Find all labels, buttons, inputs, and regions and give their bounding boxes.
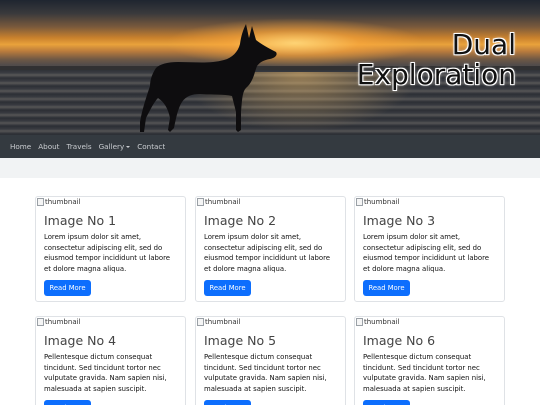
- card-text: Lorem ipsum dolor sit amet, consectetur …: [44, 233, 171, 273]
- nav-home[interactable]: Home: [10, 142, 31, 151]
- thumbnail-image: thumbnail: [355, 197, 504, 207]
- nav-gallery[interactable]: Gallery: [99, 142, 131, 151]
- broken-image-icon: [37, 318, 44, 326]
- card-image-1: thumbnail Image No 1 Lorem ipsum dolor s…: [35, 196, 186, 302]
- nav-gallery-label: Gallery: [98, 142, 125, 151]
- card-image-5: thumbnail Image No 5 Pellentesque dictum…: [195, 316, 346, 405]
- broken-image-icon: [197, 318, 204, 326]
- site-title-line2: Exploration: [356, 58, 516, 91]
- card-text: Pellentesque dictum consequat tincidunt.…: [204, 353, 327, 393]
- card-image-3: thumbnail Image No 3 Lorem ipsum dolor s…: [354, 196, 505, 302]
- card-text: Pellentesque dictum consequat tincidunt.…: [363, 353, 486, 393]
- chevron-down-icon: [126, 146, 131, 148]
- broken-image-icon: [37, 198, 44, 206]
- navbar: Home About Travels Gallery Contact: [0, 135, 540, 158]
- thumbnail-alt-text: thumbnail: [205, 318, 241, 326]
- card-title: Image No 3: [363, 213, 436, 228]
- read-more-button[interactable]: Read More: [204, 400, 251, 405]
- nav-about[interactable]: About: [38, 142, 59, 151]
- nav-travels[interactable]: Travels: [67, 142, 92, 151]
- card-title: Image No 2: [204, 213, 277, 228]
- thumbnail-image: thumbnail: [36, 317, 185, 327]
- thumbnail-image: thumbnail: [36, 197, 185, 207]
- card-title: Image No 6: [363, 333, 436, 348]
- read-more-button[interactable]: Read More: [363, 400, 410, 405]
- site-title-line1: Dual: [451, 28, 516, 61]
- read-more-button[interactable]: Read More: [204, 280, 251, 296]
- read-more-button[interactable]: Read More: [44, 280, 91, 296]
- hero-banner: Dual Exploration: [0, 0, 540, 135]
- broken-image-icon: [197, 198, 204, 206]
- read-more-button[interactable]: Read More: [363, 280, 410, 296]
- card-title: Image No 1: [44, 213, 117, 228]
- card-text: Lorem ipsum dolor sit amet, consectetur …: [204, 233, 331, 273]
- broken-image-icon: [356, 318, 363, 326]
- card-text: Lorem ipsum dolor sit amet, consectetur …: [363, 233, 490, 273]
- nav-contact[interactable]: Contact: [137, 142, 165, 151]
- thumbnail-alt-text: thumbnail: [364, 318, 400, 326]
- thumbnail-alt-text: thumbnail: [45, 198, 81, 206]
- thumbnail-image: thumbnail: [355, 317, 504, 327]
- broken-image-icon: [356, 198, 363, 206]
- read-more-button[interactable]: Read More: [44, 400, 91, 405]
- card-text: Pellentesque dictum consequat tincidunt.…: [44, 353, 167, 393]
- thumbnail-alt-text: thumbnail: [205, 198, 241, 206]
- dog-silhouette-icon: [140, 24, 277, 132]
- thumbnail-alt-text: thumbnail: [45, 318, 81, 326]
- card-image-6: thumbnail Image No 6 Pellentesque dictum…: [354, 316, 505, 405]
- thumbnail-alt-text: thumbnail: [364, 198, 400, 206]
- card-title: Image No 5: [204, 333, 277, 348]
- thumbnail-image: thumbnail: [196, 197, 345, 207]
- thumbnail-image: thumbnail: [196, 317, 345, 327]
- gallery-section: thumbnail Image No 1 Lorem ipsum dolor s…: [0, 178, 540, 405]
- site-title: Dual Exploration: [357, 30, 516, 90]
- card-image-4: thumbnail Image No 4 Pellentesque dictum…: [35, 316, 186, 405]
- card-title: Image No 4: [44, 333, 117, 348]
- card-image-2: thumbnail Image No 2 Lorem ipsum dolor s…: [195, 196, 346, 302]
